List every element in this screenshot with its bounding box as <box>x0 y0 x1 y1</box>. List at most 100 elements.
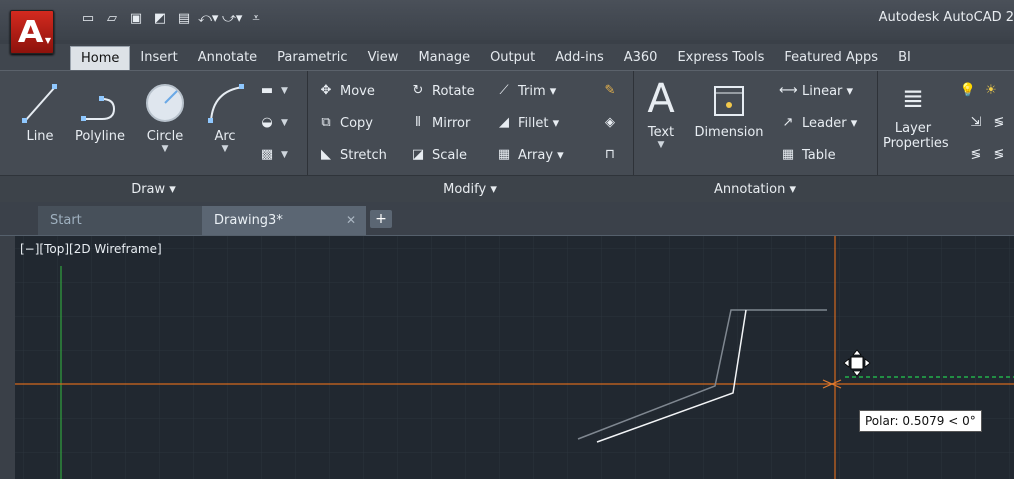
viewport-controls-label[interactable]: [−][Top][2D Wireframe] <box>20 242 162 256</box>
tab-home[interactable]: Home <box>70 46 131 70</box>
text-tool[interactable]: A Text ▼ <box>641 77 681 150</box>
plot-icon[interactable]: ▤ <box>174 10 194 28</box>
layer-properties-button[interactable]: ≣ Layer Properties <box>883 81 949 151</box>
layers-panel-footer[interactable] <box>877 175 1014 203</box>
sun-icon: ☀ <box>985 83 997 98</box>
move-button[interactable]: ✥ Move <box>317 83 375 99</box>
scale-icon: ◪ <box>411 147 425 162</box>
copy-button[interactable]: ⧉ Copy <box>317 115 373 131</box>
modify-panel: ✥ Move ⧉ Copy ◣ Stretch ↻ Rotate ⫴ Mirror ◪ Sc… <box>307 71 634 203</box>
customize-icon[interactable]: ⩡ <box>246 10 266 28</box>
rectangle-tool[interactable]: ▬ ▼ <box>258 83 288 99</box>
draw-panel-footer[interactable]: Draw ▾ <box>0 175 307 203</box>
explode-icon: ◈ <box>605 115 615 130</box>
tab-express-tools[interactable]: Express Tools <box>667 46 774 70</box>
fillet-button[interactable]: ◢ Fillet ▾ <box>495 115 559 131</box>
window-title: Autodesk AutoCAD 2 <box>878 10 1014 25</box>
hatch-tool[interactable]: ◒ ▼ <box>258 115 288 131</box>
draw-panel: Line Polyline Circle ▼ Arc ▼ ▬ ▼ ◒ ▼ ▩ ▼ Dr… <box>0 71 308 203</box>
scale-button[interactable]: ◪ Scale <box>409 147 467 163</box>
new-icon[interactable]: ▭ <box>78 10 98 28</box>
save-icon[interactable]: ▣ <box>126 10 146 28</box>
drawing-canvas[interactable] <box>15 236 1014 479</box>
tab-a360[interactable]: A360 <box>614 46 668 70</box>
polar-tooltip: Polar: 0.5079 < 0° <box>859 410 982 432</box>
mirror-icon: ⫴ <box>415 115 421 130</box>
line-tool[interactable]: Line <box>20 81 60 144</box>
layer-tools-row1[interactable]: ⇲ ≶ <box>967 115 1008 131</box>
stretch-icon: ◣ <box>321 147 331 162</box>
tab-add-ins[interactable]: Add-ins <box>545 46 613 70</box>
circle-tool[interactable]: Circle ▼ <box>140 81 190 154</box>
dimension-icon <box>714 86 744 116</box>
new-drawing-button[interactable]: + <box>370 210 392 228</box>
tab-bim[interactable]: BI <box>888 46 921 70</box>
line-icon <box>22 84 57 123</box>
chevron-down-icon[interactable]: ▼ <box>140 144 190 154</box>
layer-state-dropdown[interactable]: 💡 ☀ <box>959 83 1000 99</box>
boundary-icon: ▩ <box>260 147 274 162</box>
tab-manage[interactable]: Manage <box>408 46 480 70</box>
application-menu-button[interactable]: A ▼ <box>10 10 54 54</box>
linear-dimension-icon: ⟷ <box>779 83 798 98</box>
table-button[interactable]: ▦ Table <box>779 147 836 163</box>
layer-tools-row2[interactable]: ≶ ≶ <box>967 147 1008 163</box>
stretch-button[interactable]: ◣ Stretch <box>317 147 387 163</box>
table-icon: ▦ <box>781 147 795 162</box>
annotation-panel: A Text ▼ Dimension ⟷ Linear ▾ ↗ Leader ▾ ▦… <box>633 71 878 203</box>
autocad-logo-icon: A <box>17 15 44 50</box>
annotation-panel-footer[interactable]: Annotation ▾ <box>633 175 877 203</box>
layer-stack-icon: ≣ <box>902 84 924 114</box>
layer-match-icon: ⇲ <box>970 115 982 130</box>
trim-button[interactable]: ⟋ Trim ▾ <box>495 83 556 99</box>
ribbon-tabs: Home Insert Annotate Parametric View Man… <box>70 46 921 70</box>
open-icon[interactable]: ▱ <box>102 10 122 28</box>
tab-drawing3[interactable]: Drawing3* ✕ <box>202 206 366 235</box>
fillet-icon: ◢ <box>499 115 509 130</box>
dimension-tool[interactable]: Dimension <box>689 81 769 140</box>
chevron-down-icon[interactable]: ▼ <box>200 144 250 154</box>
explode-button[interactable]: ◈ <box>601 115 619 131</box>
tab-insert[interactable]: Insert <box>130 46 187 70</box>
offset-icon: ⊓ <box>604 147 616 162</box>
quick-access-toolbar: ▭ ▱ ▣ ◩ ▤ ⤺▾ ⤻▾ ⩡ <box>78 9 266 29</box>
layer-isolate-icon: ≶ <box>993 115 1005 130</box>
erase-icon: ✎ <box>604 83 616 98</box>
leader-button[interactable]: ↗ Leader ▾ <box>779 115 858 131</box>
mirror-button[interactable]: ⫴ Mirror <box>409 115 470 131</box>
array-icon: ▦ <box>497 147 511 162</box>
ribbon: Line Polyline Circle ▼ Arc ▼ ▬ ▼ ◒ ▼ ▩ ▼ Dr… <box>0 70 1014 203</box>
tab-view[interactable]: View <box>358 46 409 70</box>
layer-freeze-icon: ≶ <box>970 147 982 162</box>
chevron-down-icon: ▼ <box>44 36 51 45</box>
close-icon[interactable]: ✕ <box>346 206 356 235</box>
arc-tool[interactable]: Arc ▼ <box>200 81 250 154</box>
array-button[interactable]: ▦ Array ▾ <box>495 147 564 163</box>
copy-icon: ⧉ <box>321 115 331 130</box>
offset-button[interactable]: ⊓ <box>601 147 619 163</box>
erase-button[interactable]: ✎ <box>601 83 619 99</box>
tab-output[interactable]: Output <box>480 46 545 70</box>
redo-icon[interactable]: ⤻▾ <box>222 10 242 28</box>
layer-off-icon: ≶ <box>993 147 1005 162</box>
rotate-button[interactable]: ↻ Rotate <box>409 83 475 99</box>
document-tab-bar: Start Drawing3* ✕ <box>0 202 1014 236</box>
arc-icon <box>208 84 244 123</box>
leader-icon: ↗ <box>782 115 794 130</box>
tab-start[interactable]: Start <box>38 206 210 235</box>
polyline-icon <box>81 96 116 121</box>
saveas-icon[interactable]: ◩ <box>150 10 170 28</box>
undo-icon[interactable]: ⤺▾ <box>198 10 218 28</box>
modify-panel-footer[interactable]: Modify ▾ <box>307 175 633 203</box>
move-icon: ✥ <box>320 83 332 98</box>
boundary-tool[interactable]: ▩ ▼ <box>258 147 288 163</box>
lightbulb-icon: 💡 <box>959 83 977 98</box>
hatch-icon: ◒ <box>261 115 273 130</box>
tab-annotate[interactable]: Annotate <box>188 46 267 70</box>
tab-featured-apps[interactable]: Featured Apps <box>774 46 888 70</box>
linear-button[interactable]: ⟷ Linear ▾ <box>779 83 853 99</box>
drawing-viewport[interactable]: [−][Top][2D Wireframe] <box>15 236 1014 479</box>
polyline-tool[interactable]: Polyline <box>70 81 130 144</box>
trim-icon: ⟋ <box>499 83 509 98</box>
tab-parametric[interactable]: Parametric <box>267 46 357 70</box>
